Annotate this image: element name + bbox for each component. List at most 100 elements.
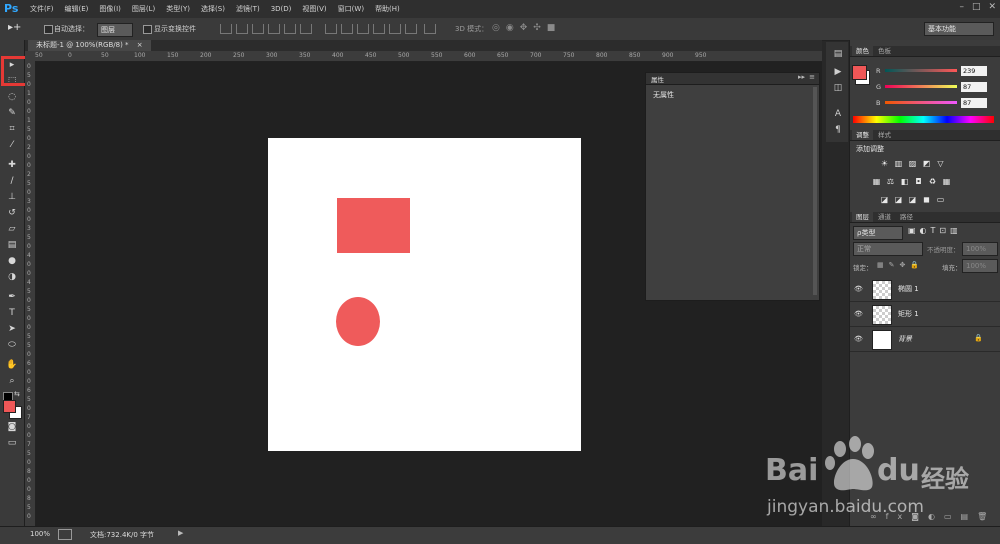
layer-name[interactable]: 椭圆 1 bbox=[898, 284, 919, 294]
layer-row-background[interactable]: 👁 背景 🔒 bbox=[850, 327, 1000, 352]
lock-icons[interactable]: ▦✎✥🔒 bbox=[877, 261, 927, 271]
exposure-icon[interactable]: ◩ bbox=[922, 159, 931, 168]
menu-window[interactable]: 窗口(W) bbox=[338, 0, 364, 18]
threshold-icon[interactable]: ◪ bbox=[908, 195, 917, 204]
minimize-button[interactable]: – bbox=[959, 2, 964, 12]
align-left-icon[interactable] bbox=[268, 24, 280, 34]
collapse-panel-icon[interactable]: ▸▸ bbox=[798, 73, 805, 81]
panel-menu-icon[interactable]: ≡ bbox=[809, 73, 815, 81]
visibility-eye-icon[interactable]: 👁 bbox=[854, 334, 864, 344]
brush-tool-icon[interactable]: ∕ bbox=[2, 174, 22, 188]
zoom-tool-icon[interactable]: ⌕ bbox=[2, 374, 22, 388]
auto-select-checkbox[interactable] bbox=[44, 25, 53, 34]
tab-adjustments[interactable]: 调整 bbox=[852, 130, 873, 140]
3d-mode-icons[interactable]: ◎◉✥✣■ bbox=[492, 23, 582, 34]
color-lookup-icon[interactable]: ▦ bbox=[942, 177, 951, 186]
align-right-icon[interactable] bbox=[300, 24, 312, 34]
layer-row-ellipse[interactable]: 👁 椭圆 1 bbox=[850, 277, 1000, 302]
character-panel-icon[interactable]: A bbox=[832, 108, 844, 120]
show-transform-checkbox[interactable] bbox=[143, 25, 152, 34]
auto-select-dropdown[interactable]: 图层 bbox=[97, 23, 133, 37]
hue-saturation-icon[interactable]: ▦ bbox=[872, 177, 881, 186]
layer-filter-icons[interactable]: ▣◐T⊡▥ bbox=[908, 226, 990, 238]
eraser-tool-icon[interactable]: ▱ bbox=[2, 222, 22, 236]
hand-tool-icon[interactable]: ✋ bbox=[2, 358, 22, 372]
black-white-icon[interactable]: ◧ bbox=[900, 177, 909, 186]
menu-layer[interactable]: 图层(L) bbox=[132, 0, 155, 18]
curves-icon[interactable]: ▨ bbox=[908, 159, 917, 168]
g-value[interactable]: 87 bbox=[961, 82, 987, 92]
menu-type[interactable]: 类型(Y) bbox=[166, 0, 190, 18]
distribute-left-icon[interactable] bbox=[373, 24, 385, 34]
status-arrow-icon[interactable]: ▶ bbox=[178, 529, 183, 537]
healing-brush-tool-icon[interactable]: ✚ bbox=[2, 158, 22, 172]
menu-view[interactable]: 视图(V) bbox=[302, 0, 326, 18]
auto-align-icon[interactable] bbox=[424, 24, 436, 34]
rectangle-shape[interactable] bbox=[337, 198, 410, 253]
visibility-eye-icon[interactable]: 👁 bbox=[854, 284, 864, 294]
zoom-level[interactable]: 100% bbox=[30, 530, 50, 538]
menu-edit[interactable]: 编辑(E) bbox=[65, 0, 89, 18]
tab-paths[interactable]: 路径 bbox=[896, 212, 917, 222]
document-canvas[interactable] bbox=[268, 138, 581, 451]
menu-filter[interactable]: 滤镜(T) bbox=[236, 0, 260, 18]
clone-stamp-tool-icon[interactable]: ⊥ bbox=[2, 190, 22, 204]
actions-panel-icon[interactable]: ▶ bbox=[832, 66, 844, 78]
gradient-tool-icon[interactable]: ▤ bbox=[2, 238, 22, 252]
swap-colors-icon[interactable]: ⇆ bbox=[14, 390, 22, 398]
blend-mode-dropdown[interactable]: 正常 bbox=[853, 242, 923, 256]
opacity-field[interactable]: 100% bbox=[962, 242, 998, 256]
b-slider[interactable] bbox=[885, 101, 957, 104]
gradient-map-icon[interactable]: ▭ bbox=[936, 195, 945, 204]
menu-image[interactable]: 图像(I) bbox=[99, 0, 121, 18]
invert-icon[interactable]: ◪ bbox=[880, 195, 889, 204]
eyedropper-tool-icon[interactable]: ⁄ bbox=[2, 138, 22, 152]
foreground-color-swatch[interactable] bbox=[3, 400, 16, 413]
fill-field[interactable]: 100% bbox=[962, 259, 998, 273]
type-tool-icon[interactable]: T bbox=[2, 306, 22, 320]
maximize-button[interactable]: □ bbox=[972, 2, 981, 12]
brightness-contrast-icon[interactable]: ☀ bbox=[880, 159, 889, 168]
distribute-bottom-icon[interactable] bbox=[357, 24, 369, 34]
distribute-right-icon[interactable] bbox=[405, 24, 417, 34]
b-value[interactable]: 87 bbox=[961, 98, 987, 108]
tab-color[interactable]: 颜色 bbox=[852, 46, 873, 56]
history-panel-icon[interactable]: ▤ bbox=[832, 48, 844, 60]
layer-name[interactable]: 背景 bbox=[898, 334, 912, 344]
properties-scrollbar[interactable] bbox=[813, 87, 817, 295]
layer-filter-dropdown[interactable]: ρ类型 bbox=[853, 226, 903, 240]
align-vcenter-icon[interactable] bbox=[236, 24, 248, 34]
selective-color-icon[interactable]: ◼ bbox=[922, 195, 931, 204]
workspace-dropdown[interactable]: 基本功能 bbox=[924, 22, 994, 36]
menu-3d[interactable]: 3D(D) bbox=[271, 0, 292, 18]
menu-select[interactable]: 选择(S) bbox=[201, 0, 225, 18]
info-panel-icon[interactable]: ◫ bbox=[832, 82, 844, 94]
ellipse-shape[interactable] bbox=[336, 297, 380, 346]
history-brush-tool-icon[interactable]: ↺ bbox=[2, 206, 22, 220]
r-slider[interactable] bbox=[885, 69, 957, 72]
move-tool-preset-icon[interactable]: ▸+ bbox=[8, 22, 30, 35]
tab-layers[interactable]: 图层 bbox=[852, 212, 873, 222]
color-spectrum-ramp[interactable] bbox=[853, 116, 994, 123]
color-balance-icon[interactable]: ⚖ bbox=[886, 177, 895, 186]
blur-tool-icon[interactable]: ● bbox=[2, 254, 22, 268]
pen-tool-icon[interactable]: ✒ bbox=[2, 290, 22, 304]
photo-filter-icon[interactable]: ◘ bbox=[914, 177, 923, 186]
levels-icon[interactable]: ▥ bbox=[894, 159, 903, 168]
tab-swatches[interactable]: 色板 bbox=[874, 46, 895, 56]
tab-styles[interactable]: 样式 bbox=[874, 130, 895, 140]
visibility-eye-icon[interactable]: 👁 bbox=[854, 309, 864, 319]
crop-tool-icon[interactable]: ⌗ bbox=[2, 122, 22, 136]
color-fg-swatch[interactable] bbox=[852, 65, 867, 80]
align-top-icon[interactable] bbox=[220, 24, 232, 34]
vibrance-icon[interactable]: ▽ bbox=[936, 159, 945, 168]
posterize-icon[interactable]: ◪ bbox=[894, 195, 903, 204]
menu-help[interactable]: 帮助(H) bbox=[375, 0, 400, 18]
paragraph-panel-icon[interactable]: ¶ bbox=[832, 124, 844, 136]
distribute-vcenter-icon[interactable] bbox=[341, 24, 353, 34]
layer-name[interactable]: 矩形 1 bbox=[898, 309, 919, 319]
g-slider[interactable] bbox=[885, 85, 957, 88]
align-hcenter-icon[interactable] bbox=[284, 24, 296, 34]
tab-channels[interactable]: 通道 bbox=[874, 212, 895, 222]
align-bottom-icon[interactable] bbox=[252, 24, 264, 34]
